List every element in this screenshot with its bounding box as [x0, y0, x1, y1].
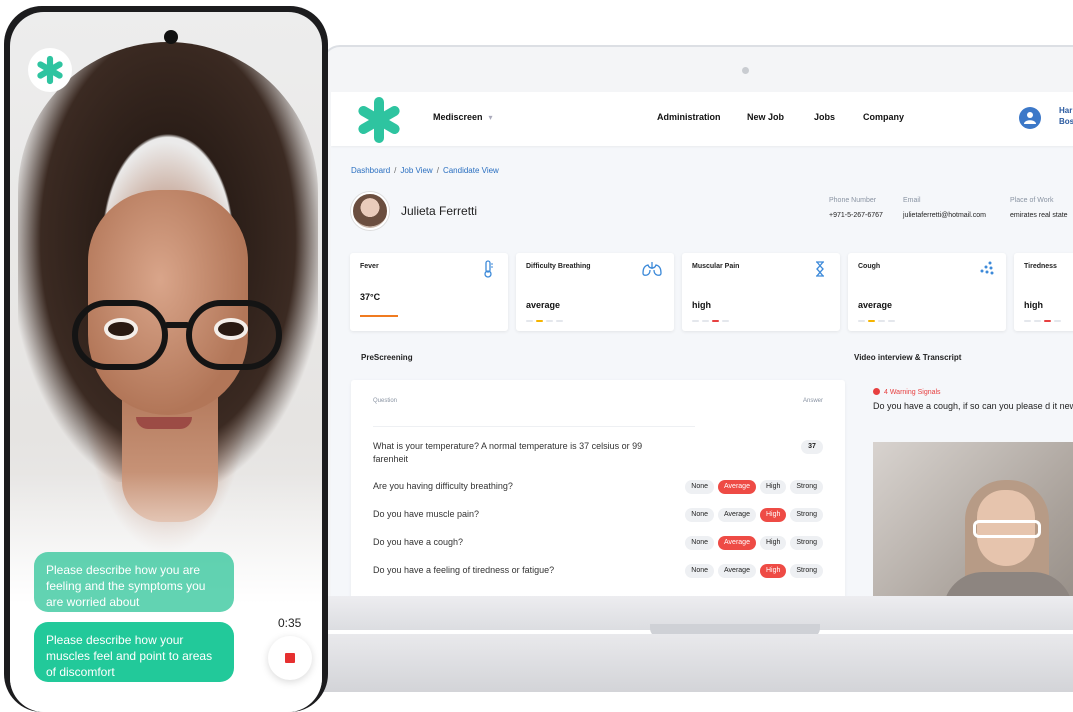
card-cough[interactable]: Cough average — [848, 253, 1006, 331]
chevron-down-icon: ▾ — [488, 113, 493, 122]
transcript-question: Do you have a cough, if so can you pleas… — [873, 401, 1073, 411]
brand-label: Mediscreen — [433, 112, 483, 122]
app-logo — [28, 48, 72, 92]
breadcrumb-dashboard[interactable]: Dashboard — [351, 166, 390, 175]
brand-dropdown[interactable]: Mediscreen ▾ — [433, 112, 493, 122]
front-camera — [164, 30, 178, 44]
stop-icon — [285, 653, 295, 663]
video-panel: 4 Warning Signals Do you have a cough, i… — [861, 380, 1073, 603]
severity-dots — [1024, 320, 1061, 322]
glasses-icon — [973, 520, 1041, 538]
breadcrumb: Dashboard / Job View / Candidate View — [351, 166, 499, 175]
user-icon — [1024, 112, 1036, 124]
email-info: Email julietaferretti@hotmail.com — [903, 197, 986, 219]
option-high[interactable]: High — [759, 480, 787, 494]
user-avatar[interactable] — [1019, 107, 1041, 129]
option-average[interactable]: Average — [718, 508, 756, 522]
answer-options: None Average High Strong — [685, 536, 823, 550]
option-none[interactable]: None — [685, 480, 715, 494]
card-fever[interactable]: Fever 37°C — [350, 253, 508, 331]
answer-header: Answer — [802, 398, 823, 404]
breadcrumb-job-view[interactable]: Job View — [400, 166, 432, 175]
option-strong[interactable]: Strong — [790, 508, 823, 522]
option-none[interactable]: None — [685, 564, 715, 578]
mediscreen-logo-icon[interactable] — [353, 94, 405, 146]
option-high[interactable]: High — [759, 536, 787, 550]
user-name[interactable]: Har Bos — [1059, 105, 1073, 127]
prescreening-panel: Question Answer What is your temperature… — [351, 380, 845, 603]
stop-recording-button[interactable] — [268, 636, 312, 680]
option-strong[interactable]: Strong — [790, 536, 823, 550]
laptop-base — [322, 596, 1073, 692]
candidate-name: Julieta Ferretti — [401, 204, 478, 218]
virus-icon — [980, 261, 994, 275]
severity-dots — [526, 320, 563, 322]
nav-administration[interactable]: Administration — [657, 112, 721, 122]
option-average[interactable]: Average — [718, 564, 756, 578]
option-none[interactable]: None — [685, 508, 715, 522]
candidate-avatar — [351, 192, 389, 230]
card-muscular-pain[interactable]: Muscular Pain high — [682, 253, 840, 331]
question-header: Question — [373, 398, 398, 404]
lungs-icon — [642, 262, 662, 276]
option-strong[interactable]: Strong — [790, 564, 823, 578]
fever-bar — [360, 315, 398, 317]
phone-frame: Please describe how you are feeling and … — [4, 6, 328, 712]
laptop-camera — [742, 67, 749, 74]
video-section-title: Video interview & Transcript — [854, 353, 962, 362]
nav-jobs[interactable]: Jobs — [814, 112, 835, 122]
severity-dots — [858, 320, 895, 322]
card-difficulty-breathing[interactable]: Difficulty Breathing average — [516, 253, 674, 331]
breadcrumb-candidate-view[interactable]: Candidate View — [443, 166, 499, 175]
dashboard-screen: Mediscreen ▾ Administration New Job Jobs … — [331, 92, 1073, 603]
option-high[interactable]: High — [759, 508, 787, 522]
recording-timer: 0:35 — [278, 616, 302, 630]
prescreening-title: PreScreening — [361, 353, 413, 362]
card-tiredness[interactable]: Tiredness high — [1014, 253, 1073, 331]
nav-company[interactable]: Company — [863, 112, 904, 122]
muscle-icon — [816, 261, 824, 277]
warning-signals[interactable]: 4 Warning Signals — [873, 388, 941, 396]
answer-options: None Average High Strong — [685, 508, 823, 522]
glasses-icon — [68, 300, 288, 372]
answer-value: 37 — [801, 440, 823, 454]
prompt-bubble-1: Please describe how you are feeling and … — [34, 552, 234, 612]
option-strong[interactable]: Strong — [790, 480, 823, 494]
thermometer-icon — [484, 260, 493, 278]
option-average[interactable]: Average — [718, 480, 756, 494]
severity-dots — [692, 320, 729, 322]
prompt-bubble-2: Please describe how your muscles feel an… — [34, 622, 234, 682]
mediscreen-logo-icon — [37, 55, 63, 85]
answer-options: None Average High Strong — [685, 564, 823, 578]
answer-options: None Average High Strong — [685, 480, 823, 494]
phone-screen: Please describe how you are feeling and … — [10, 12, 322, 712]
top-nav: Mediscreen ▾ Administration New Job Jobs … — [331, 92, 1073, 146]
laptop-frame: Mediscreen ▾ Administration New Job Jobs … — [322, 45, 1073, 605]
work-info: Place of Work emirates real state — [1010, 197, 1068, 219]
divider — [373, 426, 695, 427]
interview-video[interactable] — [873, 442, 1073, 603]
option-average[interactable]: Average — [718, 536, 756, 550]
nav-new-job[interactable]: New Job — [747, 112, 784, 122]
phone-info: Phone Number +971-5-267-6767 — [829, 197, 883, 219]
option-high[interactable]: High — [759, 564, 787, 578]
alert-dot-icon — [873, 388, 880, 395]
option-none[interactable]: None — [685, 536, 715, 550]
